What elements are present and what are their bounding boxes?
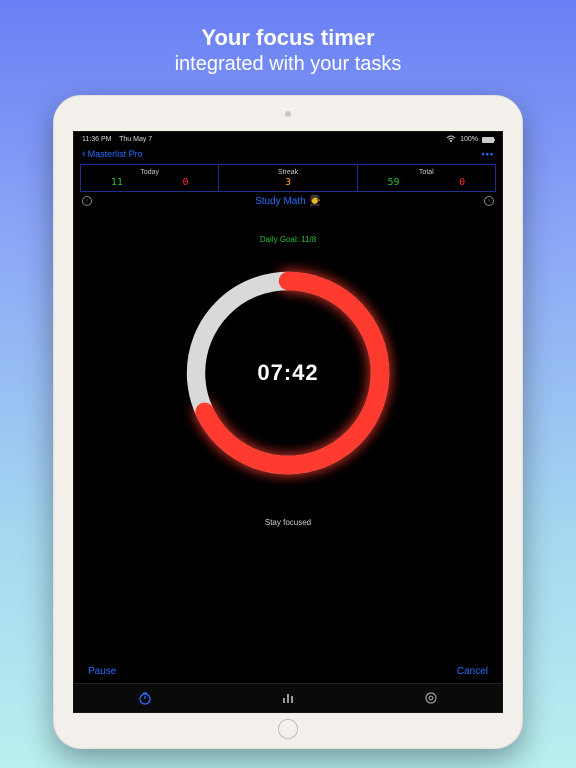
stat-streak-label: Streak: [219, 169, 356, 176]
tab-bar: [74, 683, 502, 712]
promo-title: Your focus timer: [175, 24, 402, 52]
status-bar: 11:36 PM Thu May 7 100%: [74, 132, 502, 147]
tab-stats[interactable]: [278, 692, 298, 706]
stat-total-missed: 0: [459, 177, 465, 188]
stat-total-done: 59: [387, 177, 399, 188]
timer-icon: [138, 691, 152, 707]
promo-subtitle: integrated with your tasks: [175, 52, 402, 77]
daily-goal-label: Daily Goal: 11/8: [260, 235, 316, 244]
pause-button[interactable]: Pause: [88, 666, 116, 677]
device-home-button: [278, 719, 298, 739]
back-button[interactable]: ‹ Masterlist Pro: [82, 149, 143, 160]
status-left: 11:36 PM Thu May 7: [82, 136, 152, 143]
status-time: 11:36 PM: [82, 136, 111, 143]
timer-time: 07:42: [257, 360, 318, 386]
battery-pct: 100%: [460, 136, 478, 143]
progress-ring: 07:42: [173, 258, 403, 488]
stat-today: Today 11 0: [81, 165, 219, 191]
status-date: Thu May 7: [119, 136, 152, 143]
promo-header: Your focus timer integrated with your ta…: [175, 24, 402, 77]
task-title[interactable]: Study Math 🧑‍🎓: [255, 196, 321, 207]
cancel-button[interactable]: Cancel: [457, 666, 488, 677]
status-right: 100%: [446, 135, 494, 145]
tab-settings[interactable]: [421, 692, 441, 706]
device-camera: [285, 111, 291, 117]
battery-icon: [482, 137, 494, 143]
device-frame: 11:36 PM Thu May 7 100% ‹ Masterlist Pro…: [53, 95, 523, 749]
app-screen: 11:36 PM Thu May 7 100% ‹ Masterlist Pro…: [73, 131, 503, 713]
timer-subtext: Stay focused: [265, 518, 311, 527]
timer-area: Daily Goal: 11/8 07:42 Stay focused: [74, 207, 502, 660]
stat-streak: Streak 3: [219, 165, 357, 191]
chevron-left-icon: ‹: [82, 149, 86, 160]
nav-bar: ‹ Masterlist Pro •••: [74, 147, 502, 164]
stat-total-label: Total: [358, 169, 495, 176]
back-label: Masterlist Pro: [88, 149, 143, 159]
bottom-actions: Pause Cancel: [74, 660, 502, 683]
bars-icon: [283, 694, 293, 703]
task-bar: ‹ Study Math 🧑‍🎓 ›: [82, 196, 494, 207]
gear-icon: [424, 691, 438, 707]
stat-streak-value: 3: [285, 177, 291, 188]
tab-timer[interactable]: [135, 692, 155, 706]
next-task-button[interactable]: ›: [484, 196, 494, 206]
stat-today-done: 11: [111, 177, 123, 188]
stat-today-label: Today: [81, 169, 218, 176]
stats-row: Today 11 0 Streak 3 Total 59 0: [80, 164, 496, 192]
prev-task-button[interactable]: ‹: [82, 196, 92, 206]
more-button[interactable]: •••: [482, 149, 494, 159]
stat-total: Total 59 0: [358, 165, 495, 191]
wifi-icon: [446, 135, 456, 145]
stat-today-missed: 0: [182, 177, 188, 188]
